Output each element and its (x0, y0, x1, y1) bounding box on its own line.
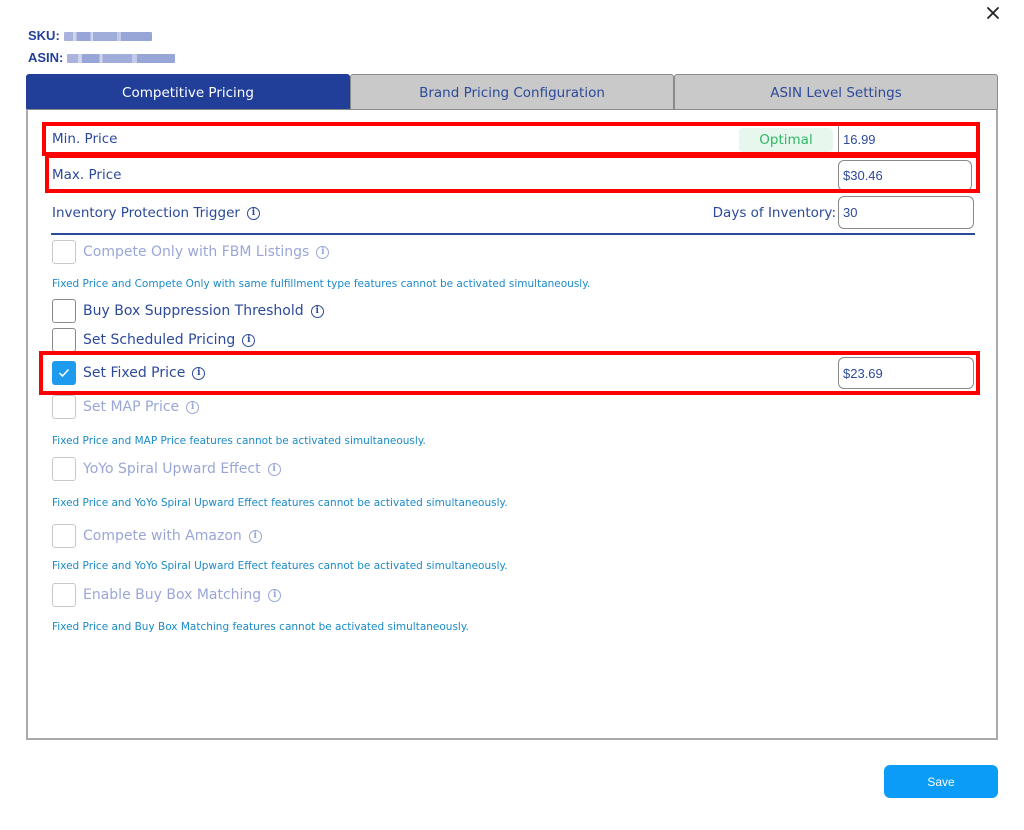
info-icon[interactable]: i (267, 462, 281, 476)
conflict-note: Fixed Price and Buy Box Matching feature… (52, 621, 469, 633)
option-enable-buy-box-matching[interactable]: Enable Buy Box Matching i (52, 583, 282, 607)
option-compete-with-amazon[interactable]: Compete with Amazon i (52, 524, 262, 548)
max-price-label: Max. Price (52, 167, 122, 183)
days-of-inventory-row: Days of Inventory: (713, 197, 836, 229)
info-icon[interactable]: i (246, 206, 260, 220)
tab-competitive-pricing[interactable]: Competitive Pricing (26, 74, 350, 110)
info-icon[interactable]: i (310, 304, 324, 318)
checkbox[interactable] (52, 299, 76, 323)
option-buy-box-suppression[interactable]: Buy Box Suppression Threshold i (52, 299, 324, 323)
max-price-row: Max. Price (52, 160, 972, 190)
min-price-status-badge: Optimal (739, 128, 833, 152)
option-label: Compete Only with FBM Listings (83, 244, 310, 260)
min-price-row: Min. Price (52, 124, 972, 154)
checkbox[interactable] (52, 457, 76, 481)
asin-value-redacted (67, 54, 176, 63)
option-set-fixed-price[interactable]: Set Fixed Price i (52, 361, 206, 385)
check-icon (58, 368, 70, 378)
days-of-inventory-input[interactable]: 30 (838, 196, 974, 229)
option-compete-only-fbm[interactable]: Compete Only with FBM Listings i (52, 240, 330, 264)
checkbox[interactable] (52, 583, 76, 607)
info-icon[interactable]: i (192, 366, 206, 380)
sku-value-redacted (63, 32, 152, 41)
conflict-note: Fixed Price and MAP Price features canno… (52, 435, 426, 447)
checkbox[interactable] (52, 328, 76, 352)
checkbox[interactable] (52, 395, 76, 419)
option-label: Set Scheduled Pricing (83, 332, 236, 348)
min-price-input[interactable]: 16.99 (838, 125, 968, 153)
info-icon[interactable]: i (248, 529, 262, 543)
section-divider (51, 233, 975, 235)
conflict-note: Fixed Price and YoYo Spiral Upward Effec… (52, 560, 508, 572)
checkbox[interactable] (52, 240, 76, 264)
tab-brand-pricing-configuration[interactable]: Brand Pricing Configuration (350, 74, 674, 110)
conflict-note: Fixed Price and YoYo Spiral Upward Effec… (52, 497, 508, 509)
max-price-input[interactable]: $30.46 (838, 160, 972, 191)
asin-line: ASIN: (28, 50, 176, 65)
inventory-protection-label: Inventory Protection Trigger (52, 205, 240, 221)
info-icon[interactable]: i (268, 588, 282, 602)
option-set-map-price[interactable]: Set MAP Price i (52, 395, 200, 419)
fixed-price-input[interactable]: $23.69 (838, 357, 974, 389)
option-label: Buy Box Suppression Threshold (83, 303, 304, 319)
option-label: Set MAP Price (83, 399, 180, 415)
min-price-label: Min. Price (52, 131, 118, 147)
sku-label: SKU: (28, 28, 60, 43)
option-label: Enable Buy Box Matching (83, 587, 262, 603)
sku-line: SKU: (28, 28, 152, 43)
days-of-inventory-label: Days of Inventory: (712, 205, 836, 221)
option-label: Set Fixed Price (83, 365, 186, 381)
option-label: Compete with Amazon (83, 528, 242, 544)
info-icon[interactable]: i (186, 400, 200, 414)
close-icon[interactable] (986, 6, 1002, 22)
competitive-pricing-panel: Min. Price Optimal 16.99 Max. Price $30.… (26, 109, 998, 740)
checkbox-checked[interactable] (52, 361, 76, 385)
checkbox[interactable] (52, 524, 76, 548)
tab-bar: Competitive Pricing Brand Pricing Config… (26, 74, 998, 110)
info-icon[interactable]: i (242, 333, 256, 347)
save-button[interactable]: Save (884, 765, 998, 798)
tab-asin-level-settings[interactable]: ASIN Level Settings (674, 74, 998, 110)
option-yoyo-spiral[interactable]: YoYo Spiral Upward Effect i (52, 457, 281, 481)
option-scheduled-pricing[interactable]: Set Scheduled Pricing i (52, 328, 256, 352)
asin-label: ASIN: (28, 50, 64, 65)
option-label: YoYo Spiral Upward Effect (83, 461, 261, 477)
conflict-note: Fixed Price and Compete Only with same f… (52, 278, 591, 290)
info-icon[interactable]: i (316, 245, 330, 259)
